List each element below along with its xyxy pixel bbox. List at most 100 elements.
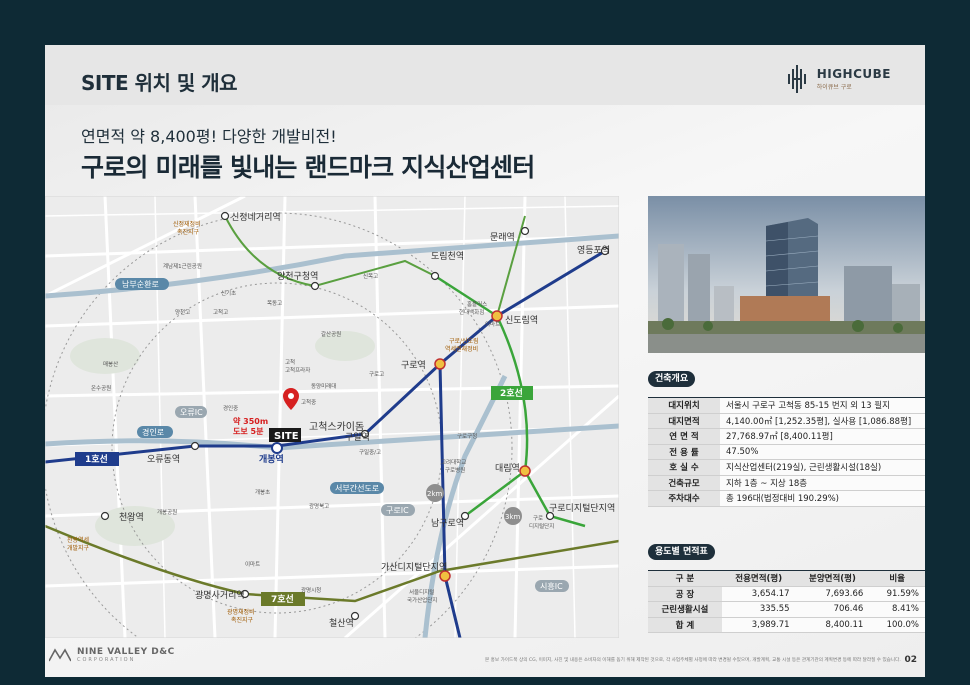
place-gyenamjae1: 계남제1근린공원 [163, 262, 202, 270]
place-guiljunggo: 구일중/고 [359, 448, 381, 456]
usage-cell: 8.41% [869, 601, 925, 618]
overview-row: 건축규모 지하 1층 ~ 지상 18층 [648, 475, 925, 491]
place-emart: 이마트 [485, 320, 500, 328]
station-sindorim: 신도림역 [505, 314, 538, 326]
radius-3km-label: 3km [505, 513, 521, 521]
overview-key: 호 실 수 [648, 459, 720, 476]
station-daerim: 대림역 [495, 462, 520, 474]
station-cheonwang: 천왕역 [119, 512, 144, 523]
usage-cell: 3,989.71 [721, 617, 796, 633]
overview-value: 27,768.97㎡ [8,400.11평] [720, 428, 925, 445]
place-gurogucheong: 구로구청 [457, 433, 477, 440]
place-emart-2: 이마트 [245, 560, 260, 568]
place-gaebongpark: 개봉공원 [157, 508, 177, 516]
ninevalley-logo-icon [49, 648, 71, 662]
place-gochukplaza-2: 고척프라자 [285, 366, 310, 374]
place-gaebongcho: 개봉초 [255, 488, 270, 496]
usage-row: 공 장 3,654.17 7,693.66 91.59% [648, 586, 925, 602]
overview-section-label: 건축개요 [648, 371, 696, 387]
footer-disclaimer: 본 홍보 가이드북 상의 CG, 이미지, 사진 및 내용은 소비자의 이해를 … [485, 658, 901, 663]
usage-header-cell: 분양면적(평) [795, 570, 870, 587]
place-gochuk-skydome: 고척스카이돔 [309, 421, 364, 433]
overview-row: 전 용 률 47.50% [648, 444, 925, 460]
station-guil: 구일역 [345, 432, 370, 443]
place-galsan: 갈산공원 [321, 330, 341, 338]
place-gochukjung: 고척중 [301, 398, 316, 406]
district-sinjeong-2: 촉진지구 [177, 228, 200, 236]
overview-value: 지하 1층 ~ 지상 18층 [720, 475, 925, 491]
place-gurodigitalcomplex: 구로 [533, 515, 543, 522]
building-rendering-image [648, 196, 925, 353]
place-hyundai: 현대백화점 [459, 308, 484, 316]
logo-sub-text: 하이큐브 구로 [816, 84, 852, 91]
place-onsu: 온수공원 [91, 384, 111, 392]
overview-value: 4,140.00㎡ [1,252.35평], 실사용 [1,086.88평] [720, 413, 925, 429]
usage-row: 합 계 3,989.71 8,400.11 100.0% [648, 617, 925, 633]
district-gurosindorim-2: 역세권재정비 [445, 345, 478, 353]
station-yeongdeungpo: 영등포역 [577, 245, 610, 256]
station-guro: 구로역 [401, 360, 426, 371]
usage-cell: 근린생활시설 [648, 601, 722, 618]
station-yangcheongucheong: 양천구청역 [277, 271, 318, 282]
line2-badge: 2호선 [500, 387, 523, 399]
brochure-page: SITE 위치 및 개요 HIGHCUBE 하이큐브 구로 연면적 약 8,40… [45, 45, 925, 677]
usage-cell: 335.55 [721, 601, 796, 618]
overview-value: 지식산업센터(219실), 근린생활시설(18실) [720, 459, 925, 476]
site-walk-time: 도보 5분 [233, 427, 264, 436]
usage-cell: 공 장 [648, 586, 722, 602]
usage-cell: 100.0% [869, 617, 925, 633]
place-korea-univ: 고려대학교 [441, 458, 466, 466]
site-walk-distance: 약 350m [233, 416, 268, 426]
station-mullae: 문래역 [490, 232, 515, 243]
usage-area-table: 구 분 전용면적(평) 분양면적(평) 비율 공 장 3,654.17 7,693.66 9… [648, 570, 925, 633]
footer-brand-name: NINE VALLEY D&C [77, 647, 175, 657]
district-cheonwang-2: 개발지구 [67, 544, 90, 552]
place-gwangmyeonggo: 광명북고 [309, 503, 329, 510]
intro-subtitle: 연면적 약 8,400평! 다양한 개발비전! [81, 127, 337, 146]
overview-value: 서울시 구로구 고척동 85-15 번지 외 13 필지 [720, 397, 925, 414]
overview-row: 연 면 적 27,768.97㎡ [8,400.11평] [648, 428, 925, 445]
overview-key: 대지면적 [648, 413, 720, 429]
place-gurodigitalcomplex-2: 디지털단지 [529, 522, 554, 530]
station-dorimcheon: 도림천역 [431, 250, 464, 262]
page-title: SITE 위치 및 개요 [81, 71, 238, 95]
place-yangcheon: 양천고 [175, 308, 190, 316]
radius-2km-label: 2km [427, 490, 443, 498]
usage-cell: 7,693.66 [795, 586, 870, 602]
overview-key: 대지위치 [648, 397, 720, 414]
highcube-logo: HIGHCUBE 하이큐브 구로 [787, 65, 891, 93]
overview-row: 호 실 수 지식산업센터(219실), 근린생활시설(18실) [648, 459, 925, 476]
district-gurosindorim: 구로/신도림 [449, 337, 479, 345]
site-label: SITE [274, 431, 299, 442]
usage-cell: 합 계 [648, 617, 722, 633]
place-gwangmyeongsi: 광명시청 [301, 587, 321, 594]
station-cheolsan: 철산역 [329, 618, 354, 629]
usage-cell: 91.59% [869, 586, 925, 602]
overview-row: 주차대수 총 196대(법정대비 190.29%) [648, 490, 925, 507]
footer-brand: NINE VALLEY D&C CORPORATION [49, 647, 175, 663]
place-sinkiso: 신기초 [221, 289, 236, 297]
place-homeplus: 홈플러스 [467, 300, 487, 308]
station-gwangmyeongsageori: 광명사거리역 [195, 589, 245, 601]
overview-row: 대지위치 서울시 구로구 고척동 85-15 번지 외 13 필지 [648, 397, 925, 414]
overview-key: 전 용 률 [648, 444, 720, 460]
map-canvas: 신정네거리역 문래역 영등포역 도림천역 양천구청역 신도림역 구로역 구일역 … [45, 196, 619, 638]
usage-row: 근린생활시설 335.55 706.46 8.41% [648, 601, 925, 618]
district-sinjeong: 신정재정비 [173, 220, 201, 228]
station-sinjeongnegeori: 신정네거리역 [231, 212, 281, 223]
footer-brand-sub: CORPORATION [77, 657, 136, 663]
road-siheung-ic: 시흥IC [540, 581, 563, 591]
place-gasannat: 서울디지털 [409, 588, 434, 596]
place-sinmok: 신목고 [363, 272, 378, 280]
road-oryu-ic: 오류IC [180, 408, 203, 417]
place-gurogo: 구로고 [369, 371, 384, 378]
overview-value: 총 196대(법정대비 190.29%) [720, 490, 925, 507]
highcube-logo-mark-icon [787, 65, 806, 93]
station-gaebong: 개봉역 [259, 453, 284, 465]
usage-header-cell: 비율 [869, 570, 925, 587]
usage-cell: 3,654.17 [721, 586, 796, 602]
station-oryudong: 오류동역 [147, 454, 180, 465]
place-mokdong: 목동고 [267, 300, 282, 307]
site-location-map: 신정네거리역 문래역 영등포역 도림천역 양천구청역 신도림역 구로역 구일역 … [45, 196, 619, 638]
place-korea-univ-2: 구로병원 [445, 466, 465, 474]
